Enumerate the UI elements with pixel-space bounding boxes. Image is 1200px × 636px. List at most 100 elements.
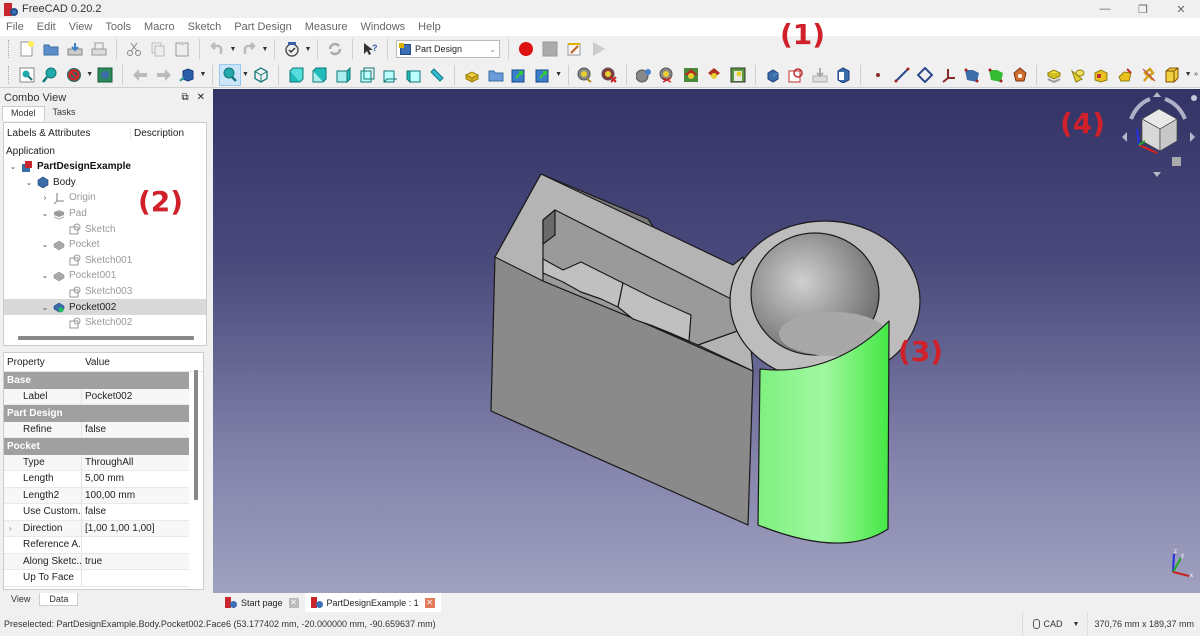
link-actions-dropdown[interactable]: ▼	[555, 64, 563, 86]
subshape-binder-button[interactable]	[985, 64, 1007, 86]
property-group-base[interactable]: Base	[4, 372, 189, 389]
additive-loft-button[interactable]	[1091, 64, 1113, 86]
create-sketch-button[interactable]	[785, 64, 807, 86]
document-tab-part-design-example[interactable]: PartDesignExample : 1 ✕	[304, 593, 441, 612]
datum-line-button[interactable]	[891, 64, 913, 86]
chevron-down-icon[interactable]: ⌄	[40, 271, 50, 280]
create-link-button[interactable]	[509, 64, 531, 86]
redo-dropdown[interactable]: ▼	[261, 38, 269, 60]
tree-item-pocket001[interactable]: ⌄ Pocket001	[4, 268, 206, 284]
measure-refresh-button[interactable]	[656, 64, 678, 86]
chevron-down-icon[interactable]: ⌄	[24, 178, 34, 187]
measure-toggle-3d-button[interactable]	[704, 64, 726, 86]
chevron-down-icon[interactable]: ⌄	[40, 240, 50, 249]
toolbar-grip[interactable]	[8, 65, 11, 84]
property-vertical-scrollbar[interactable]	[194, 370, 198, 500]
navcube-menu-dot[interactable]	[1191, 95, 1197, 101]
save-as-button[interactable]	[88, 38, 110, 60]
close-tab-icon[interactable]: ✕	[424, 597, 435, 608]
property-value[interactable]: false	[82, 424, 106, 435]
navigation-style-selector[interactable]: CAD ▼	[1021, 612, 1088, 636]
create-body-button[interactable]	[762, 64, 784, 86]
forward-button[interactable]	[153, 64, 175, 86]
property-row[interactable]: Up To Face	[4, 570, 189, 587]
property-group-part-design[interactable]: Part Design	[4, 405, 189, 422]
measure-angular-button[interactable]	[633, 64, 655, 86]
open-button[interactable]	[40, 38, 62, 60]
tree-header-labels[interactable]: Labels & Attributes	[4, 127, 131, 139]
pad-button[interactable]	[1043, 64, 1065, 86]
save-button[interactable]	[64, 38, 86, 60]
tree-item-sketch002[interactable]: Sketch002	[4, 315, 206, 331]
property-value[interactable]: true	[82, 556, 102, 567]
cut-button[interactable]	[123, 38, 145, 60]
property-value[interactable]: 100,00 mm	[82, 490, 135, 501]
property-header-property[interactable]: Property	[4, 357, 82, 368]
close-tab-icon[interactable]: ✕	[288, 597, 299, 608]
property-value[interactable]: [1,00 1,00 1,00]	[82, 523, 155, 534]
menu-view[interactable]: View	[69, 21, 100, 33]
chevron-right-icon[interactable]: ›	[40, 193, 50, 202]
close-panel-icon[interactable]: ✕	[197, 92, 205, 103]
tree-item-sketch[interactable]: Sketch	[4, 221, 206, 237]
tab-view[interactable]: View	[2, 593, 39, 606]
menu-file[interactable]: File	[6, 21, 31, 33]
additive-helix-button[interactable]	[1138, 64, 1160, 86]
property-row[interactable]: Type ThroughAll	[4, 454, 189, 471]
tree-horizontal-scrollbar[interactable]	[18, 336, 194, 340]
clear-measure-button[interactable]	[598, 64, 620, 86]
navcube-view-menu[interactable]	[1172, 157, 1181, 166]
sync-view-dropdown[interactable]: ▼	[199, 64, 207, 86]
check-geometry-button[interactable]	[833, 64, 855, 86]
clone-button[interactable]	[1009, 64, 1031, 86]
navcube-arrow-left[interactable]	[1122, 132, 1127, 142]
datum-point-button[interactable]	[867, 64, 889, 86]
new-document-button[interactable]	[16, 38, 38, 60]
close-button[interactable]: ✕	[1162, 0, 1200, 18]
tab-model[interactable]: Model	[2, 106, 45, 121]
undo-button[interactable]	[206, 38, 228, 60]
fit-selection-button[interactable]	[40, 64, 62, 86]
chevron-down-icon[interactable]: ⌄	[8, 162, 18, 171]
create-group-button[interactable]	[485, 64, 507, 86]
macro-stop-button[interactable]	[539, 38, 561, 60]
paste-button[interactable]	[171, 38, 193, 60]
tree-item-pocket002[interactable]: ⌄ Pocket002	[4, 299, 206, 315]
shape-binder-button[interactable]	[962, 64, 984, 86]
toolbar-grip[interactable]	[8, 40, 11, 58]
measure-distance-button[interactable]	[427, 64, 449, 86]
float-panel-icon[interactable]: ⧉	[181, 92, 188, 103]
chevron-down-icon[interactable]: ⌄	[40, 209, 50, 218]
macro-record-button[interactable]	[515, 38, 537, 60]
copy-button[interactable]	[147, 38, 169, 60]
menu-tools[interactable]: Tools	[105, 21, 138, 33]
back-button[interactable]	[129, 64, 151, 86]
navcube-arrow-right[interactable]	[1190, 132, 1195, 142]
property-row[interactable]: › Direction [1,00 1,00 1,00]	[4, 520, 189, 537]
draw-style-button[interactable]	[63, 64, 85, 86]
menu-edit[interactable]: Edit	[37, 21, 63, 33]
part-model[interactable]	[490, 173, 921, 544]
tab-tasks[interactable]: Tasks	[45, 106, 84, 121]
restore-button[interactable]: ❐	[1124, 0, 1162, 18]
revolution-button[interactable]	[1067, 64, 1089, 86]
refresh-options-button[interactable]	[281, 38, 303, 60]
standard-views-dropdown[interactable]: ▼	[242, 64, 250, 86]
front-view-button[interactable]	[285, 64, 307, 86]
redo-button[interactable]	[238, 38, 260, 60]
toolbar-overflow-button[interactable]: »	[1192, 64, 1200, 86]
property-value[interactable]: ThroughAll	[82, 457, 133, 468]
property-value[interactable]: 5,00 mm	[82, 473, 124, 484]
draw-style-dropdown[interactable]: ▼	[86, 64, 94, 86]
fit-all-button[interactable]	[16, 64, 38, 86]
left-view-button[interactable]	[403, 64, 425, 86]
tree-item-sketch001[interactable]: Sketch001	[4, 253, 206, 269]
create-part-button[interactable]	[461, 64, 483, 86]
property-row[interactable]: Along Sketc... true	[4, 553, 189, 570]
datum-plane-button[interactable]	[914, 64, 936, 86]
chevron-right-icon[interactable]: ›	[9, 524, 12, 533]
property-header-value[interactable]: Value	[82, 357, 110, 368]
checklist-dropdown[interactable]: ▼	[304, 38, 312, 60]
minimize-button[interactable]: —	[1086, 0, 1124, 18]
property-row[interactable]: Reference A...	[4, 537, 189, 554]
